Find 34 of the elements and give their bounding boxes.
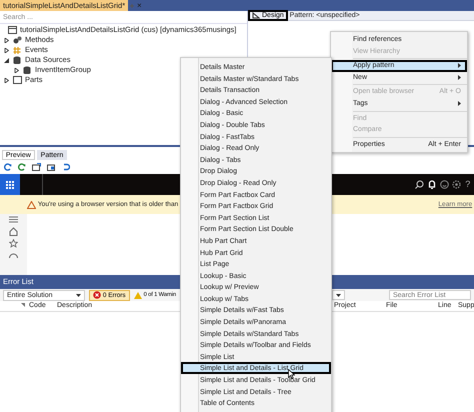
warning-icon: [134, 292, 142, 298]
home-icon[interactable]: [9, 226, 18, 236]
submenu-arrow-icon: [458, 63, 461, 68]
expand-arrow-icon[interactable]: [3, 78, 10, 83]
star-icon[interactable]: [9, 239, 18, 248]
menu-icon[interactable]: [9, 216, 18, 223]
gears-icon: [13, 36, 22, 44]
ruler-icon: [252, 12, 260, 19]
search-icon[interactable]: [415, 180, 424, 189]
grid-icon: [6, 180, 14, 188]
app-launcher-button[interactable]: [0, 174, 20, 195]
database-icon: [13, 56, 22, 64]
window-icon: [13, 76, 22, 84]
sort-icon: [21, 303, 25, 308]
submenu-arrow-icon: [458, 75, 461, 80]
expand-arrow-icon[interactable]: [3, 48, 10, 53]
form-icon: [8, 26, 17, 34]
settings-icon[interactable]: [452, 180, 462, 189]
submenu-arrow-icon: [458, 101, 461, 106]
help-button[interactable]: ?: [465, 178, 470, 192]
caret-icon: [336, 294, 341, 296]
collapse-arrow-icon[interactable]: [3, 58, 10, 63]
expand-arrow-icon[interactable]: [3, 38, 10, 43]
bell-icon[interactable]: [428, 180, 436, 189]
filter-dropdown[interactable]: [332, 290, 345, 300]
warning-icon: [27, 200, 36, 208]
window-icon[interactable]: [47, 163, 56, 171]
smiley-icon[interactable]: [440, 180, 449, 189]
caret-icon: [76, 294, 81, 296]
window-icon[interactable]: [32, 163, 41, 171]
undo-icon[interactable]: [62, 163, 70, 171]
hash-icon: [13, 46, 22, 54]
database-icon: [23, 66, 32, 74]
expand-arrow-icon[interactable]: [13, 68, 20, 73]
